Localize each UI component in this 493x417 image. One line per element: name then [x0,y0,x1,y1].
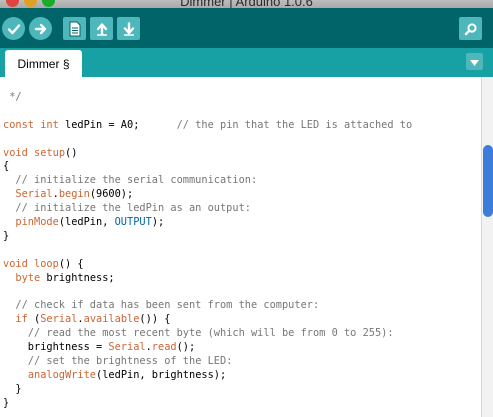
code-line: byte brightness; [3,272,412,286]
code-line: // initialize the serial communication: [3,174,412,188]
tab-menu-button[interactable] [466,53,483,70]
code-token: read [151,341,177,354]
code-token: pinMode [15,216,59,229]
code-token: } [3,382,22,395]
code-line: // set the brightness of the LED: [3,355,412,369]
code-token: (); [176,341,196,354]
code-line: // check if data has been sent from the … [3,299,412,313]
open-button[interactable] [90,17,113,40]
code-token: byte [15,271,41,284]
code-token: (9600); [89,188,134,201]
code-line: // initialize the ledPin as an output: [3,202,412,216]
code-token: // initialize the serial communication: [15,174,258,187]
arrow-down-icon [122,21,136,36]
code-text: */ const int ledPin = A0; // the pin that… [3,91,412,410]
code-token: setup [34,146,66,159]
code-token: ); [151,216,165,229]
code-line: */ [3,91,412,105]
code-token: (ledPin, brightness); [96,368,227,381]
code-token: if [15,313,28,326]
tab-label: Dimmer § [17,56,70,71]
code-token: // the pin that the LED is attached to [176,118,413,131]
code-line: Serial.begin(9600); [3,188,412,202]
code-line: } [3,230,412,244]
code-token: (ledPin, [58,216,115,229]
code-line: } [3,383,412,397]
code-token: ()) { [139,313,171,326]
upload-button[interactable] [29,17,52,40]
code-token: void [3,146,28,159]
document-icon [68,21,82,37]
code-line: // read the most recent byte (which will… [3,327,412,341]
code-token: // check if data has been sent from the … [15,299,320,312]
code-token: int [40,118,59,131]
code-token: () { [58,257,84,270]
code-token: ( [27,313,41,326]
code-token: { [3,160,10,173]
serial-monitor-button[interactable] [459,17,482,40]
window-title: Dimmer | Arduino 1.0.6 [180,0,313,8]
code-token: // read the most recent byte (which will… [27,327,394,340]
verify-button[interactable] [2,17,25,40]
scrollbar-thumb[interactable] [483,145,493,217]
code-token: // set the brightness of the LED: [27,354,233,367]
code-line: brightness = Serial.read(); [3,341,412,355]
code-token: Serial [108,341,146,354]
code-token: () [65,146,78,159]
code-token: // initialize the ledPin as an output: [15,202,251,215]
toolbar [0,8,493,48]
new-sketch-button[interactable] [63,17,86,40]
code-token: begin [58,188,90,201]
tab-strip: Dimmer § [0,48,493,77]
code-line: } [3,397,412,411]
code-token: } [3,229,10,242]
code-line: void setup() [3,147,412,161]
arrow-right-icon [34,22,48,36]
triangle-down-icon [470,53,479,71]
vertical-scrollbar[interactable] [481,77,493,417]
code-token: brightness; [40,271,115,284]
magnifier-icon [464,22,478,36]
code-token: ledPin = A0; [58,118,177,131]
code-token: const [3,118,34,131]
code-token: */ [3,91,22,103]
code-token: Serial [40,313,78,326]
code-line: pinMode(ledPin, OUTPUT); [3,216,412,230]
code-token: void [3,257,28,270]
code-line: if (Serial.available()) { [3,313,412,327]
window-titlebar: Dimmer | Arduino 1.0.6 [0,0,493,8]
save-button[interactable] [117,17,140,40]
tab-dimmer[interactable]: Dimmer § [5,50,82,77]
code-line: analogWrite(ledPin, brightness); [3,369,412,383]
code-line: void loop() { [3,258,412,272]
arrow-up-icon [95,22,109,36]
code-line: { [3,160,412,174]
code-token: available [83,313,140,326]
code-token: loop [34,257,59,270]
code-token: brightness = [3,341,109,354]
code-token: Serial [15,188,53,201]
code-line: const int ledPin = A0; // the pin that t… [3,119,412,133]
code-token: OUTPUT [114,216,152,229]
code-token: } [3,396,10,409]
check-icon [7,22,21,36]
code-token: analogWrite [27,368,97,381]
code-editor[interactable]: */ const int ledPin = A0; // the pin that… [0,77,481,417]
